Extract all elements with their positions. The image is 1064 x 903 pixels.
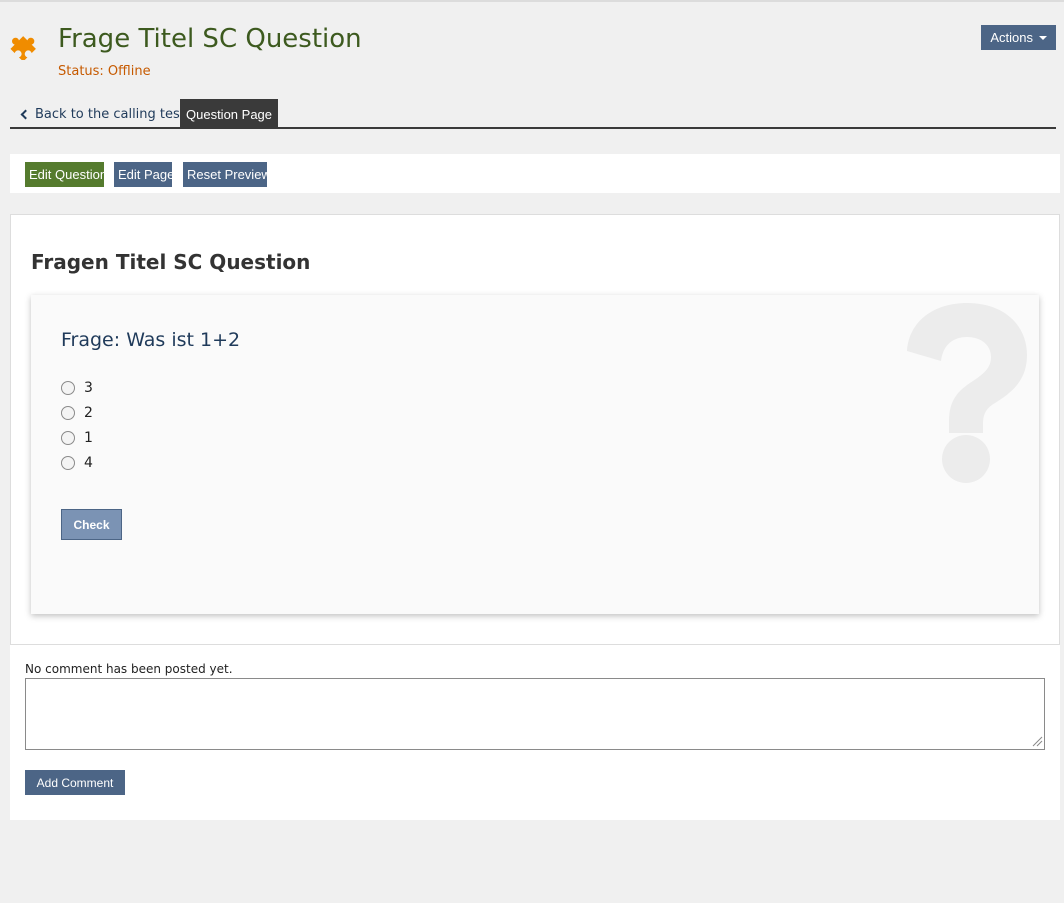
answer-label: 1 — [84, 429, 93, 446]
toolbar: Edit Question Edit Page Reset Preview — [10, 154, 1060, 193]
answer-label: 3 — [84, 379, 93, 396]
question-panel: Fragen Titel SC Question Frage: Was ist … — [10, 214, 1060, 645]
page-header: Frage Titel SC Question Status: Offline … — [10, 24, 1056, 84]
status-text: Status: Offline — [58, 64, 151, 79]
tab-question-page[interactable]: Question Page — [180, 99, 279, 127]
radio-button[interactable] — [61, 405, 75, 420]
actions-dropdown-button[interactable]: Actions — [981, 25, 1056, 50]
edit-page-button[interactable]: Edit Page — [114, 162, 174, 187]
comments-section: No comment has been posted yet. Add Comm… — [10, 645, 1060, 820]
answer-options: 3 2 1 4 — [61, 375, 93, 475]
radio-button[interactable] — [61, 430, 75, 445]
answer-label: 2 — [84, 404, 93, 421]
page-title: Frage Titel SC Question — [58, 24, 362, 54]
answer-option[interactable]: 2 — [61, 400, 93, 425]
answer-label: 4 — [84, 454, 93, 471]
question-text: Frage: Was ist 1+2 — [61, 329, 241, 351]
chevron-left-icon — [20, 109, 31, 120]
back-to-test-link[interactable]: Back to the calling test — [20, 107, 185, 122]
puzzle-icon — [10, 36, 36, 60]
caret-down-icon — [1039, 35, 1047, 40]
radio-button[interactable] — [61, 455, 75, 470]
add-comment-button[interactable]: Add Comment — [25, 770, 125, 795]
question-card: Frage: Was ist 1+2 3 2 1 4 Check — [31, 295, 1039, 614]
edit-question-button[interactable]: Edit Question — [25, 162, 107, 187]
answer-option[interactable]: 3 — [61, 375, 93, 400]
comment-input[interactable] — [25, 678, 1045, 750]
question-title: Fragen Titel SC Question — [31, 250, 311, 274]
answer-option[interactable]: 4 — [61, 450, 93, 475]
tab-bar: Back to the calling test Question Page — [10, 99, 1056, 129]
back-link-label: Back to the calling test — [35, 107, 185, 122]
check-button[interactable]: Check — [61, 509, 122, 540]
question-mark-icon — [907, 303, 1027, 483]
radio-button[interactable] — [61, 380, 75, 395]
reset-preview-button[interactable]: Reset Preview — [183, 162, 271, 187]
no-comment-message: No comment has been posted yet. — [25, 662, 233, 676]
actions-label: Actions — [990, 30, 1033, 45]
answer-option[interactable]: 1 — [61, 425, 93, 450]
